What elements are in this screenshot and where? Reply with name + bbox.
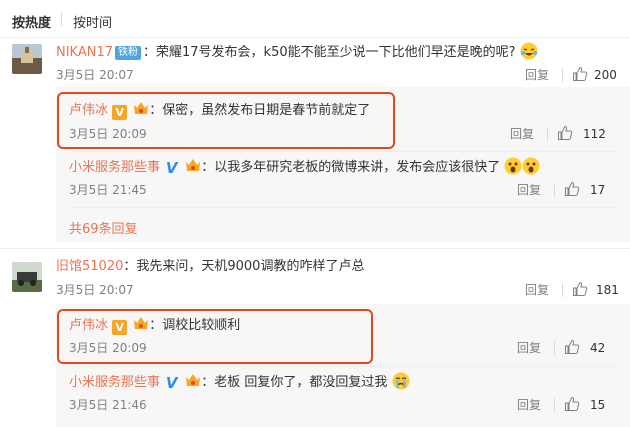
reply-username[interactable]: 小米服务那些事 — [69, 375, 160, 390]
sort-divider — [61, 12, 62, 26]
reply-timestamp: 3月5日 21:46 — [69, 398, 147, 412]
reply-button[interactable]: 回复 — [517, 182, 541, 198]
reply-text-line: 卢伟冰 V ：调校比较顺利 — [69, 316, 240, 335]
comment-text: ：我先来问，天机9000调教的咋样了卢总 — [123, 259, 365, 274]
reply-timestamp: 3月5日 21:45 — [69, 183, 147, 197]
reply-divider — [69, 366, 619, 367]
action-divider — [562, 68, 563, 82]
action-divider — [554, 398, 555, 412]
action-divider — [554, 341, 555, 355]
action-divider — [547, 127, 548, 141]
comment-text: ：荣耀17号发布会，k50能不能至少说一下比他们早还是晚的呢? — [143, 45, 516, 60]
reply-username[interactable]: 卢伟冰 — [69, 318, 108, 333]
comment-username[interactable]: 旧馆51020 — [56, 259, 123, 274]
verified-v-icon: V — [112, 105, 128, 120]
verified-v-icon: V — [165, 159, 178, 177]
like-count: 112 — [583, 127, 606, 141]
comment-divider — [0, 248, 630, 249]
like-thumb-icon[interactable] — [572, 66, 588, 82]
avatar[interactable] — [12, 44, 42, 74]
reply-timestamp: 3月5日 20:09 — [69, 341, 147, 355]
member-crown-icon — [186, 159, 201, 171]
reply-button[interactable]: 回复 — [517, 397, 541, 413]
like-thumb-icon[interactable] — [564, 396, 580, 412]
sort-by-time-tab[interactable]: 按时间 — [73, 12, 112, 31]
avatar-image-icon — [12, 262, 42, 292]
reply-text: ：老板 回复你了，都没回复过我 — [201, 375, 388, 390]
comment-timestamp: 3月5日 20:07 — [56, 283, 134, 297]
member-crown-icon — [134, 317, 149, 329]
reply-text: ：调校比较顺利 — [149, 318, 241, 333]
reply-text-line: 小米服务那些事 V ：老板 回复你了，都没回复过我 — [69, 372, 410, 392]
action-divider — [554, 183, 555, 197]
like-count: 15 — [590, 398, 606, 412]
like-count: 17 — [590, 183, 606, 197]
reply-timestamp: 3月5日 20:09 — [69, 127, 147, 141]
like-count: 42 — [590, 341, 606, 355]
reply-divider — [69, 207, 619, 208]
view-all-replies-link[interactable]: 共69条回复 — [69, 218, 138, 237]
action-divider — [562, 283, 563, 297]
shocked-emoji-icon — [504, 157, 522, 175]
reply-button[interactable]: 回复 — [525, 282, 549, 298]
member-crown-icon — [134, 102, 149, 114]
avatar-image-icon — [12, 44, 42, 74]
comment-text-line: NIKAN17 铁粉 ：荣耀17号发布会，k50能不能至少说一下比他们早还是晚的呢? — [56, 42, 538, 62]
like-thumb-icon[interactable] — [564, 181, 580, 197]
shocked-emoji-icon — [522, 157, 540, 175]
crying-emoji-icon — [392, 372, 410, 390]
verified-v-icon: V — [112, 320, 128, 335]
like-thumb-icon[interactable] — [572, 281, 588, 297]
like-count: 181 — [596, 283, 619, 297]
reply-button[interactable]: 回复 — [525, 67, 549, 83]
avatar[interactable] — [12, 262, 42, 292]
like-thumb-icon[interactable] — [557, 125, 573, 141]
sort-by-hot-tab[interactable]: 按热度 — [12, 12, 51, 31]
comment-text-line: 旧馆51020：我先来问，天机9000调教的咋样了卢总 — [56, 258, 364, 276]
comment-username[interactable]: NIKAN17 — [56, 45, 113, 60]
laughing-tears-emoji-icon — [520, 42, 538, 60]
reply-text-line: 小米服务那些事 V ：以我多年研究老板的微博来讲，发布会应该很快了 — [69, 157, 540, 177]
reply-text: ：以我多年研究老板的微博来讲，发布会应该很快了 — [201, 160, 501, 175]
verified-v-icon: V — [165, 374, 178, 392]
reply-button[interactable]: 回复 — [517, 340, 541, 356]
like-thumb-icon[interactable] — [564, 339, 580, 355]
reply-username[interactable]: 小米服务那些事 — [69, 160, 160, 175]
header-divider — [0, 37, 630, 38]
reply-button[interactable]: 回复 — [510, 126, 534, 142]
like-count: 200 — [594, 68, 617, 82]
reply-text-line: 卢伟冰 V ：保密，虽然发布日期是春节前就定了 — [69, 101, 370, 120]
comment-timestamp: 3月5日 20:07 — [56, 68, 134, 82]
member-crown-icon — [186, 374, 201, 386]
reply-username[interactable]: 卢伟冰 — [69, 103, 108, 118]
reply-divider — [69, 151, 619, 152]
reply-text: ：保密，虽然发布日期是春节前就定了 — [149, 103, 371, 118]
fan-badge: 铁粉 — [115, 46, 142, 60]
